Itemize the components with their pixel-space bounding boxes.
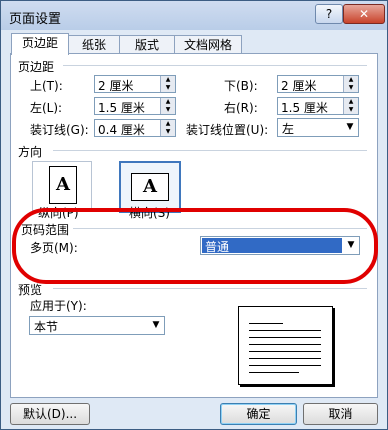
apply-to-select[interactable]: 本节 ▼ [29, 316, 165, 335]
right-margin-value: 1.5 厘米 [281, 101, 328, 115]
tab-layout[interactable]: 版式 [119, 35, 175, 54]
page-preview [238, 306, 333, 385]
spin-down-icon[interactable]: ▼ [160, 84, 175, 92]
margins-section-title: 页边距 [18, 60, 55, 74]
preview-line [249, 372, 299, 373]
close-button[interactable]: ✕ [343, 4, 385, 24]
spin-down-icon[interactable]: ▼ [343, 106, 358, 114]
spin-down-icon[interactable]: ▼ [160, 128, 175, 136]
preview-line [249, 365, 321, 366]
left-margin-value: 1.5 厘米 [98, 101, 145, 115]
help-button[interactable]: ? [315, 4, 343, 24]
title-bar: 页面设置 ? ✕ [1, 1, 387, 30]
orientation-section-title: 方向 [18, 145, 43, 159]
annotation-circle [12, 208, 378, 284]
top-margin-spinner[interactable]: 2 厘米 ▲ ▼ [94, 75, 176, 93]
right-margin-spinner[interactable]: 1.5 厘米 ▲ ▼ [277, 97, 359, 115]
top-margin-value: 2 厘米 [98, 79, 134, 93]
apply-to-value: 本节 [34, 320, 59, 334]
spin-down-icon[interactable]: ▼ [160, 106, 175, 114]
gutter-spinner[interactable]: 0.4 厘米 ▲ ▼ [94, 119, 176, 137]
ok-button[interactable]: 确定 [220, 403, 297, 425]
preview-section-title: 预览 [18, 283, 43, 297]
left-margin-label: 左(L): [30, 101, 63, 115]
bottom-margin-value: 2 厘米 [281, 79, 317, 93]
gutter-position-select[interactable]: 左 ▼ [277, 118, 359, 137]
gutter-value: 0.4 厘米 [98, 123, 145, 137]
gutter-position-value: 左 [282, 122, 295, 136]
top-margin-label: 上(T): [30, 79, 63, 93]
tab-document-grid[interactable]: 文档网格 [174, 35, 242, 54]
left-margin-spinner[interactable]: 1.5 厘米 ▲ ▼ [94, 97, 176, 115]
preview-divider [53, 288, 367, 289]
preview-line [249, 323, 283, 324]
right-margin-label: 右(R): [224, 101, 258, 115]
spin-down-icon[interactable]: ▼ [343, 84, 358, 92]
dialog-title: 页面设置 [9, 12, 62, 27]
gutter-position-label: 装订线位置(U): [186, 123, 269, 137]
cancel-button[interactable]: 取消 [303, 403, 378, 425]
preview-line [249, 358, 321, 359]
tab-margins[interactable]: 页边距 [11, 33, 69, 55]
chevron-down-icon[interactable]: ▼ [343, 120, 357, 135]
tab-paper[interactable]: 纸张 [68, 35, 120, 54]
bottom-margin-spinner[interactable]: 2 厘米 ▲ ▼ [277, 75, 359, 93]
preview-line [249, 330, 321, 331]
orientation-divider [53, 150, 367, 151]
page-setup-dialog: 页面设置 ? ✕ 页边距 纸张 版式 文档网格 页边距 上(T): 2 厘米 ▲… [0, 0, 388, 430]
margins-divider [63, 65, 367, 66]
chevron-down-icon[interactable]: ▼ [149, 318, 163, 333]
bottom-margin-label: 下(B): [224, 79, 258, 93]
default-button[interactable]: 默认(D)... [10, 403, 90, 425]
portrait-page-icon: A [49, 166, 77, 204]
preview-line [249, 351, 321, 352]
landscape-page-icon: A [131, 173, 169, 201]
apply-to-label: 应用于(Y): [30, 299, 87, 313]
preview-line [249, 337, 321, 338]
preview-line [249, 344, 321, 345]
gutter-label: 装订线(G): [30, 123, 89, 137]
